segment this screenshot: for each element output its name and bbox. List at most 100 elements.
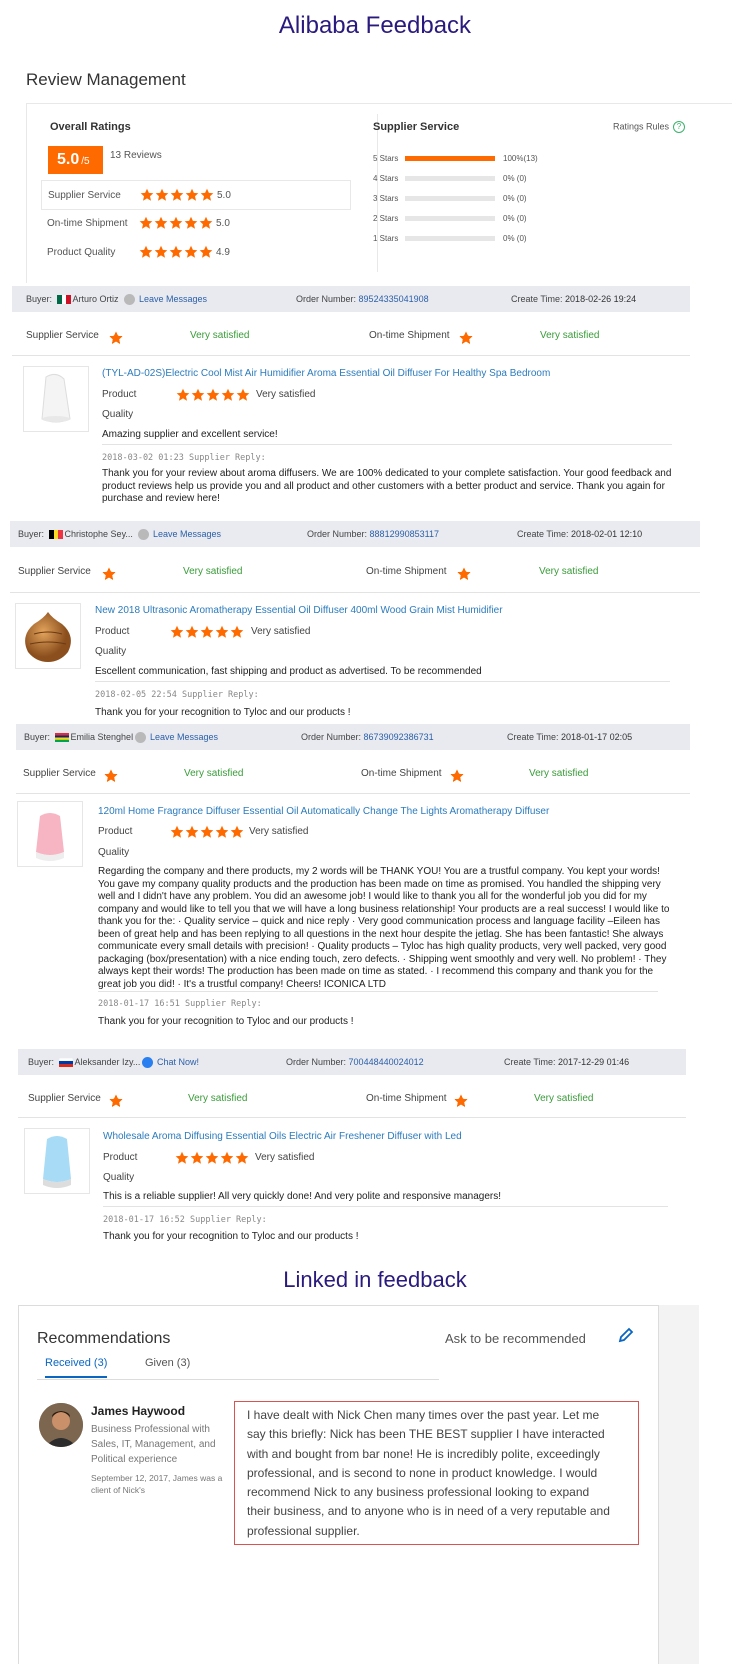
order-number: Order Number: 89524335041908: [296, 294, 429, 304]
leave-messages-link[interactable]: Leave Messages: [135, 732, 218, 744]
review-text: This is a reliable supplier! All very qu…: [103, 1191, 501, 1202]
distribution-value: 0% (0): [503, 214, 527, 223]
distribution-label: 2 Stars: [373, 214, 399, 223]
quote-line: recommend Nick to any business professio…: [247, 1485, 590, 1500]
supplier-service-label: Supplier Service: [28, 1093, 101, 1104]
leave-messages-link[interactable]: Leave Messages: [138, 529, 222, 541]
star-icon: [206, 388, 220, 402]
create-time-label: Create Time:: [504, 1057, 556, 1067]
product-title-link[interactable]: (TYL-AD-02S)Electric Cool Mist Air Humid…: [102, 368, 550, 379]
buyer-name: Christophe Sey...: [64, 529, 133, 539]
review-line: great job you did! · It's a trustful com…: [98, 978, 386, 990]
divider: [102, 444, 672, 445]
create-time: Create Time: 2018-01-17 02:05: [507, 732, 632, 742]
tab-received[interactable]: Received (3): [45, 1357, 108, 1378]
review-line: always kept their words! The production …: [98, 966, 654, 977]
pencil-icon[interactable]: [617, 1326, 635, 1344]
distribution-value: 0% (0): [503, 234, 527, 243]
star-icon: [139, 245, 153, 259]
star-icon: [184, 216, 198, 230]
supplier-reply: Thank you for your recognition to Tyloc …: [95, 707, 351, 718]
reply-meta: 2018-01-17 16:51 Supplier Reply:: [98, 999, 262, 1009]
action-label: Leave Messages: [153, 529, 222, 539]
star-rating: [139, 245, 213, 259]
star-icon: [139, 216, 153, 230]
ontime-shipment-label: On-time Shipment: [369, 330, 450, 341]
star-icon: [169, 216, 183, 230]
star-icon: [457, 567, 471, 581]
avatar[interactable]: [39, 1403, 83, 1447]
review-line: Regarding the company and there products…: [98, 866, 660, 877]
star-icon: [155, 188, 169, 202]
order-label: Order Number:: [307, 529, 368, 539]
star-rating: [139, 216, 213, 230]
product-image[interactable]: [15, 603, 81, 669]
star-icon: [175, 1151, 189, 1165]
help-icon[interactable]: ?: [673, 121, 686, 133]
review-line: packaging (box/presentation) with a nice…: [98, 953, 667, 965]
distribution-value: 100%(13): [503, 154, 538, 163]
star-icon: [459, 331, 473, 345]
product-title-link[interactable]: 120ml Home Fragrance Diffuser Essential …: [98, 806, 549, 817]
star-icon: [454, 1094, 468, 1108]
buyer-name: Arturo Ortiz: [72, 294, 119, 304]
divider: [12, 355, 690, 356]
buyer-label: Buyer:: [24, 732, 51, 742]
product-image[interactable]: [17, 801, 83, 867]
headline-line: Sales, IT, Management, and: [91, 1439, 216, 1450]
satisfaction-line: Supplier Service Very satisfied On-time …: [28, 1089, 698, 1109]
star-icon: [199, 245, 213, 259]
linkedin-feedback-title: Linked in feedback: [283, 1267, 467, 1292]
star-rating: [176, 388, 250, 402]
product-title-link[interactable]: New 2018 Ultrasonic Aromatherapy Essenti…: [95, 605, 503, 616]
star-icon: [230, 825, 244, 839]
order-link[interactable]: 700448440024012: [349, 1057, 424, 1067]
star-rating: [170, 825, 244, 839]
quote-line: professional supplier.: [247, 1523, 360, 1538]
distribution-value: 0% (0): [503, 194, 527, 203]
belgium-flag-icon: [48, 530, 63, 540]
rating-value: 5.0: [216, 218, 230, 229]
ontime-shipment-label: On-time Shipment: [366, 1093, 447, 1104]
supplier-service-label: Supplier Service: [18, 566, 91, 577]
order-number: Order Number: 700448440024012: [286, 1057, 424, 1067]
divider: [95, 681, 670, 682]
divider: [98, 991, 658, 992]
feedback-header: Buyer: Christophe Sey... Leave Messages …: [10, 521, 700, 547]
product-label: Product: [103, 1152, 138, 1163]
order-link[interactable]: 89524335041908: [359, 294, 429, 304]
product-image[interactable]: [24, 1128, 90, 1194]
reply-line: Thank you for your review about aroma di…: [102, 468, 672, 479]
score-suffix: /5: [81, 156, 90, 167]
tab-given[interactable]: Given (3): [145, 1357, 190, 1369]
review-management-title: Review Management: [26, 70, 186, 89]
chat-now-link[interactable]: Chat Now!: [142, 1057, 199, 1069]
star-icon: [102, 567, 116, 581]
product-image[interactable]: [23, 366, 89, 432]
order-link[interactable]: 88812990853117: [370, 529, 439, 539]
satisfaction-text: Very satisfied: [256, 389, 316, 400]
product-title-link[interactable]: Wholesale Aroma Diffusing Essential Oils…: [103, 1131, 462, 1142]
review-text: Escellent communication, fast shipping a…: [95, 666, 482, 677]
blue-diffuser-image: [43, 1136, 71, 1188]
star-icon: [170, 188, 184, 202]
star-icon: [200, 825, 214, 839]
reviews-count: 13 Reviews: [110, 150, 162, 161]
create-time-value: 2018-01-17 02:05: [561, 732, 633, 742]
side-panel: [659, 1305, 699, 1664]
message-icon: [135, 732, 146, 744]
recommender-name[interactable]: James Haywood: [91, 1404, 185, 1418]
star-icon: [215, 625, 229, 639]
star-icon: [185, 625, 199, 639]
buyer-name: Aleksander Izy...: [74, 1057, 141, 1067]
supplier-service-title: Supplier Service: [373, 121, 460, 133]
order-link[interactable]: 86739092386731: [364, 732, 434, 742]
russia-flag-icon: [58, 1058, 73, 1068]
ask-to-be-recommended-link[interactable]: Ask to be recommended: [445, 1331, 586, 1346]
distribution-percent: 0%: [503, 174, 515, 183]
ratings-rules-link[interactable]: Ratings Rules?: [613, 121, 686, 133]
star-icon: [230, 625, 244, 639]
leave-messages-link[interactable]: Leave Messages: [124, 294, 207, 306]
rating-label: Supplier Service: [48, 190, 121, 201]
buyer-info: Buyer: Arturo Ortiz: [26, 294, 119, 305]
